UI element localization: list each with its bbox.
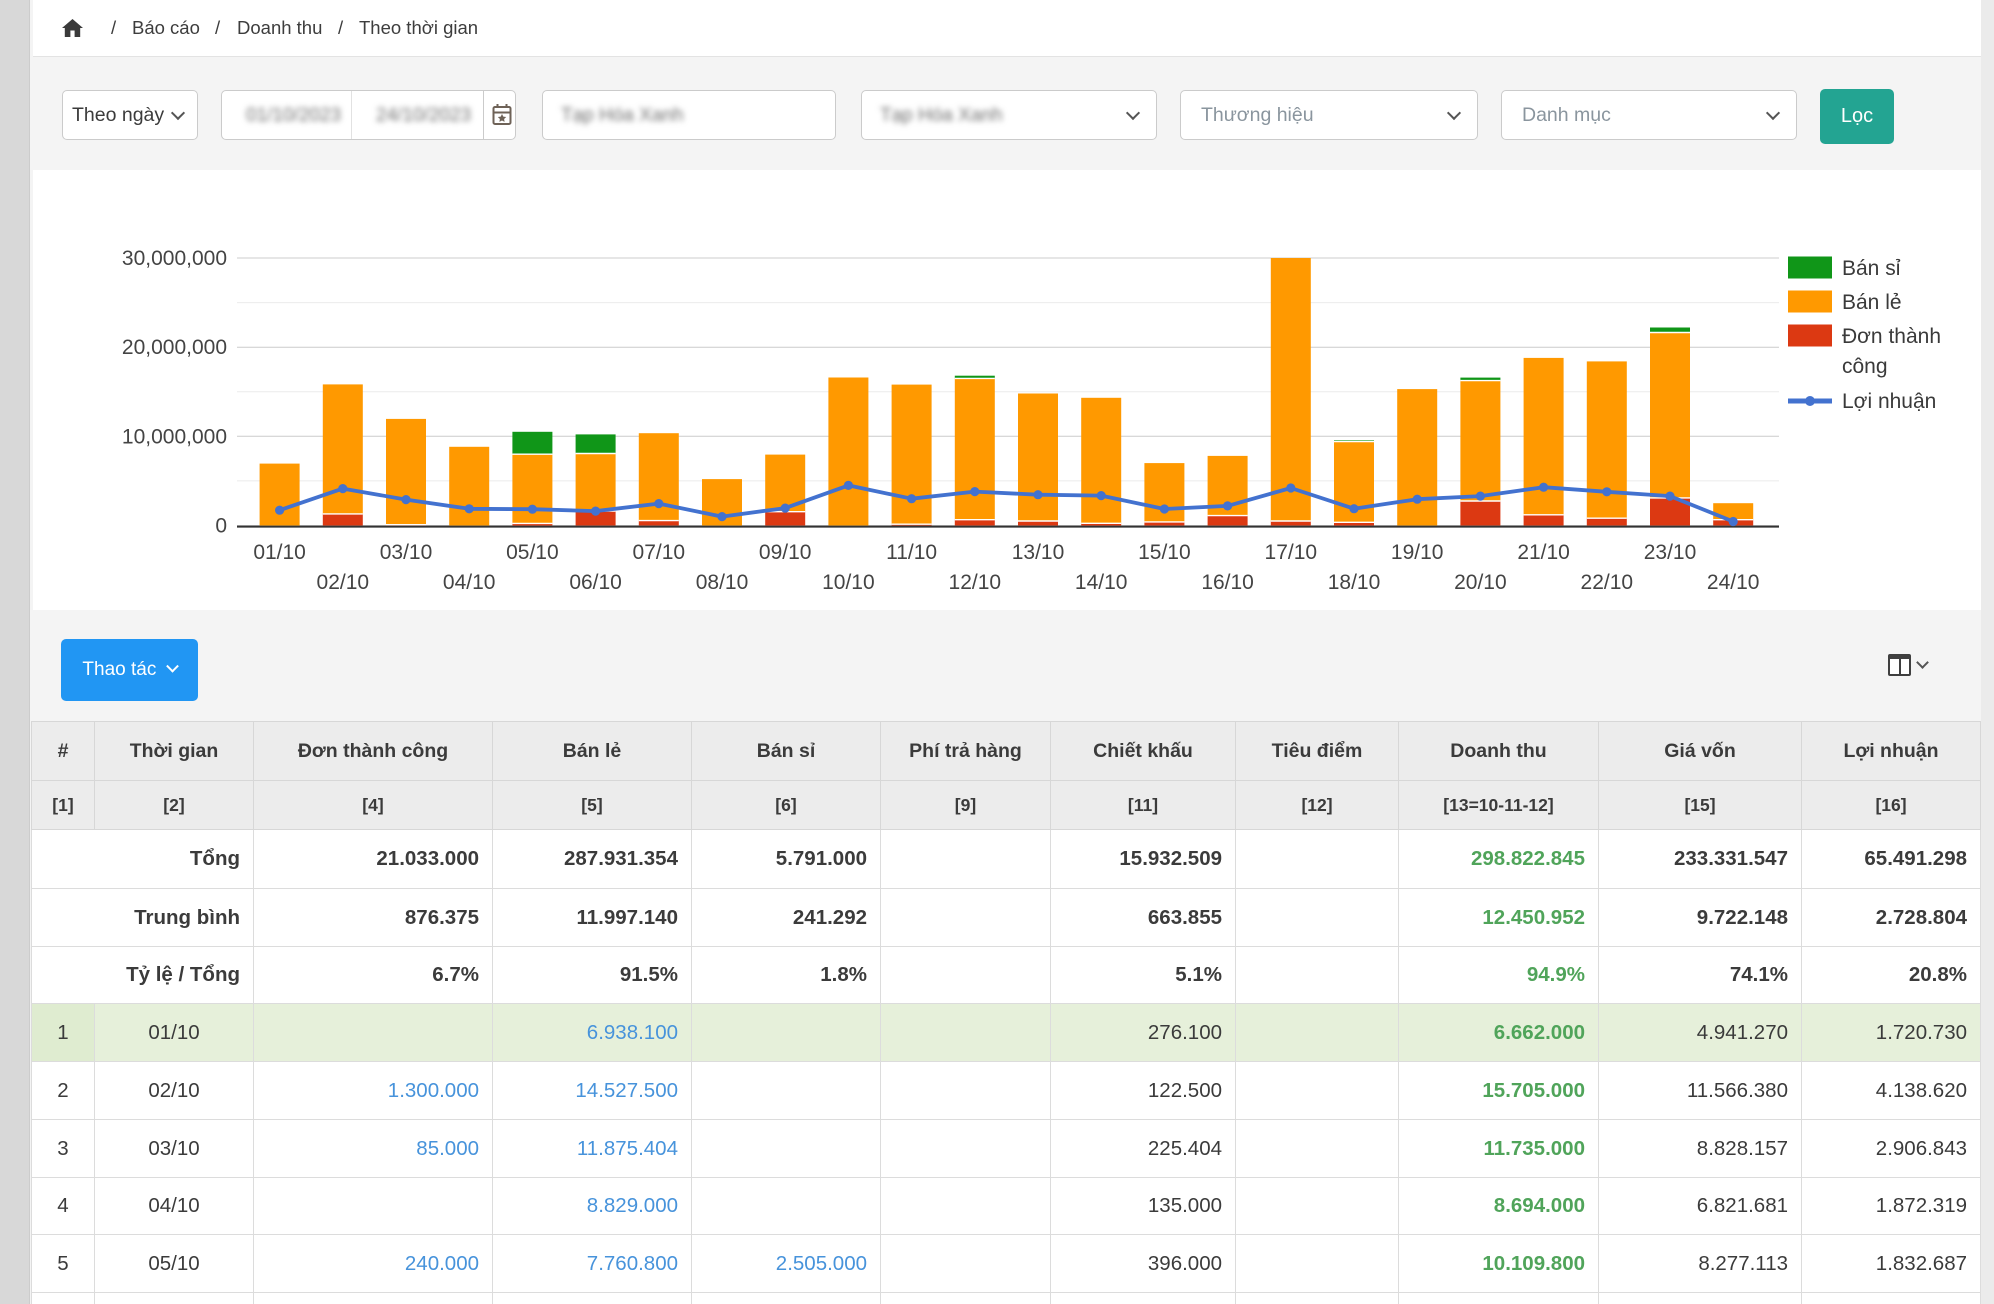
svg-text:05/10: 05/10 — [506, 541, 559, 564]
svg-text:20,000,000: 20,000,000 — [122, 336, 227, 359]
svg-text:10/10: 10/10 — [822, 571, 875, 594]
svg-text:09/10: 09/10 — [759, 541, 812, 564]
svg-text:Bán lẻ: Bán lẻ — [1842, 291, 1902, 314]
svg-text:06/10: 06/10 — [569, 571, 622, 594]
svg-text:04/10: 04/10 — [443, 571, 496, 594]
svg-text:Đơn thành: Đơn thành — [1842, 325, 1941, 348]
svg-text:14/10: 14/10 — [1075, 571, 1128, 594]
svg-text:08/10: 08/10 — [696, 571, 749, 594]
svg-text:23/10: 23/10 — [1644, 541, 1697, 564]
svg-text:07/10: 07/10 — [633, 541, 686, 564]
svg-text:công: công — [1842, 355, 1888, 378]
svg-text:02/10: 02/10 — [317, 571, 370, 594]
svg-text:Bán sỉ: Bán sỉ — [1842, 257, 1901, 280]
svg-text:24/10: 24/10 — [1707, 571, 1760, 594]
svg-text:22/10: 22/10 — [1581, 571, 1634, 594]
svg-text:18/10: 18/10 — [1328, 571, 1381, 594]
svg-text:21/10: 21/10 — [1517, 541, 1570, 564]
svg-text:0: 0 — [215, 515, 227, 538]
svg-text:19/10: 19/10 — [1391, 541, 1444, 564]
svg-text:20/10: 20/10 — [1454, 571, 1507, 594]
svg-text:12/10: 12/10 — [949, 571, 1002, 594]
svg-text:17/10: 17/10 — [1265, 541, 1318, 564]
svg-text:11/10: 11/10 — [886, 541, 937, 564]
svg-text:13/10: 13/10 — [1012, 541, 1065, 564]
svg-text:10,000,000: 10,000,000 — [122, 425, 227, 448]
svg-text:01/10: 01/10 — [253, 541, 306, 564]
svg-text:16/10: 16/10 — [1201, 571, 1254, 594]
svg-text:15/10: 15/10 — [1138, 541, 1191, 564]
svg-text:30,000,000: 30,000,000 — [122, 247, 227, 270]
svg-text:03/10: 03/10 — [380, 541, 433, 564]
svg-text:Lợi nhuận: Lợi nhuận — [1842, 390, 1936, 413]
